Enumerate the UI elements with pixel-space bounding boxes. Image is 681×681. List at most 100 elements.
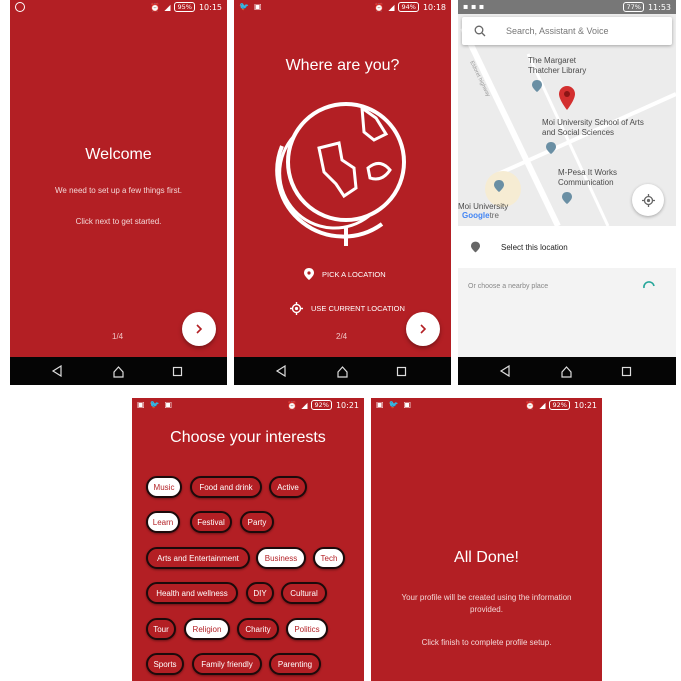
notification-icon: ▣ [376,400,384,409]
twitter-icon: 🐦 [388,400,399,409]
interest-chip[interactable]: Active [269,476,307,498]
whatsapp-icon [15,2,25,12]
welcome-title: Welcome [85,146,152,163]
use-current-location-button[interactable]: USE CURRENT LOCATION [290,302,405,315]
use-current-location-label: USE CURRENT LOCATION [311,304,405,313]
notification-icon: ▣ [164,400,173,409]
next-button[interactable] [182,312,216,346]
alarm-icon: ⏰ [525,400,536,410]
poi-marker-icon [546,142,556,154]
back-nav-button[interactable] [50,364,64,378]
where-title: Where are you? [285,57,400,74]
search-icon [474,25,486,37]
alarm-icon: ⏰ [374,2,385,12]
interest-chip[interactable]: Party [240,511,274,533]
chevron-right-icon [420,324,427,334]
battery-indicator: 77% [623,2,644,12]
location-pin-icon [304,268,314,280]
back-nav-button[interactable] [498,364,512,378]
welcome-line-1: We need to set up a few things first. [54,186,183,195]
nearby-places-label: Or choose a nearby place [468,283,549,290]
interest-chip[interactable]: Tech [313,547,345,569]
my-location-button[interactable] [632,184,664,216]
back-triangle-icon [499,365,510,377]
home-icon [560,365,572,378]
notification-icon: ▣ [137,400,145,409]
back-triangle-icon [275,365,286,377]
google-logo: Googletre [462,211,499,220]
all-done-line-3: Click finish to complete profile setup. [421,638,552,647]
gps-crosshair-icon [641,193,655,207]
next-button[interactable] [406,312,440,346]
signal-icon: ◢ [539,400,546,410]
status-bar: ⏰ ◢ 95% 10:15 [10,0,227,14]
interest-chip[interactable]: Charity [237,618,279,640]
location-pin-icon [471,241,480,253]
square-icon [172,366,182,376]
all-done-line-1: Your profile will be created using the i… [401,593,572,602]
nav-bar [234,357,451,385]
interest-chip[interactable]: Health and wellness [146,582,238,604]
status-bar: ▣ 🐦 ▣ ⏰ ◢ 92% 10:21 [132,398,364,412]
interest-chip[interactable]: Music [146,476,182,498]
selected-location-pin-icon [559,86,575,110]
interest-chip[interactable]: Festival [190,511,232,533]
twitter-icon: 🐦 [149,400,160,409]
home-icon [336,365,348,378]
interest-chip[interactable]: Arts and Entertainment [146,547,250,569]
interest-chip[interactable]: Politics [286,618,328,640]
select-location-row[interactable]: Select this location [458,226,676,268]
welcome-line-2: Click next to get started. [75,217,162,226]
battery-indicator: 92% [311,400,332,410]
status-bar: ▪ ▪ ▪ 77% 11:53 [458,0,676,14]
notification-icon: ▣ [253,2,262,11]
nav-bar [10,357,227,385]
clock: 10:15 [198,2,222,12]
recents-nav-button[interactable] [170,364,184,378]
nav-bar [458,357,676,385]
clock: 10:18 [422,2,446,12]
notification-icon: ▣ [403,400,412,409]
back-triangle-icon [51,365,62,377]
alarm-icon: ⏰ [287,400,298,410]
poi-marker-icon [494,180,504,192]
interest-chip[interactable]: Food and drink [190,476,262,498]
interest-chip[interactable]: Tour [146,618,176,640]
nearby-places-panel: Or choose a nearby place [458,268,676,358]
interest-chip[interactable]: Family friendly [192,653,262,675]
search-placeholder: Search, Assistant & Voice [506,26,609,36]
twitter-icon: 🐦 [239,2,249,11]
home-nav-button[interactable] [335,364,349,378]
interest-chip[interactable]: DIY [246,582,274,604]
back-nav-button[interactable] [274,364,288,378]
interest-chip[interactable]: Religion [184,618,230,640]
recents-nav-button[interactable] [394,364,408,378]
status-bar: 🐦 ▣ ⏰ ◢ 94% 10:18 [234,0,451,14]
screen-all-done: ▣ 🐦 ▣ ⏰ ◢ 92% 10:21 All Done! Your profi… [371,398,602,681]
signal-icon: ◢ [301,400,308,410]
screen-map-picker: ▪ ▪ ▪ 77% 11:53 Search, Assistant & Voic… [458,0,676,385]
interest-chip[interactable]: Sports [146,653,184,675]
battery-indicator: 95% [174,2,195,12]
notification-icon: ▪ ▪ ▪ [463,2,485,11]
battery-indicator: 94% [398,2,419,12]
pick-location-button[interactable]: PICK A LOCATION [304,268,386,280]
select-location-label: Select this location [501,243,568,252]
chevron-right-icon [196,324,203,334]
screen-choose-interests: ▣ 🐦 ▣ ⏰ ◢ 92% 10:21 Choose your interest… [132,398,364,681]
clock: 10:21 [335,400,359,410]
recents-nav-button[interactable] [619,364,633,378]
interest-chip[interactable]: Business [256,547,306,569]
home-nav-button[interactable] [559,364,573,378]
map-search-bar[interactable]: Search, Assistant & Voice [462,17,672,45]
gps-crosshair-icon [290,302,303,315]
interest-chip[interactable]: Cultural [281,582,327,604]
alarm-icon: ⏰ [150,2,161,12]
interest-chip[interactable]: Learn [146,511,180,533]
globe-icon [275,102,406,246]
interest-chip[interactable]: Parenting [269,653,321,675]
home-nav-button[interactable] [111,364,125,378]
clock: 11:53 [647,2,671,12]
square-icon [621,366,631,376]
map-label-school: Moi University School of Arts and Social… [542,118,644,137]
